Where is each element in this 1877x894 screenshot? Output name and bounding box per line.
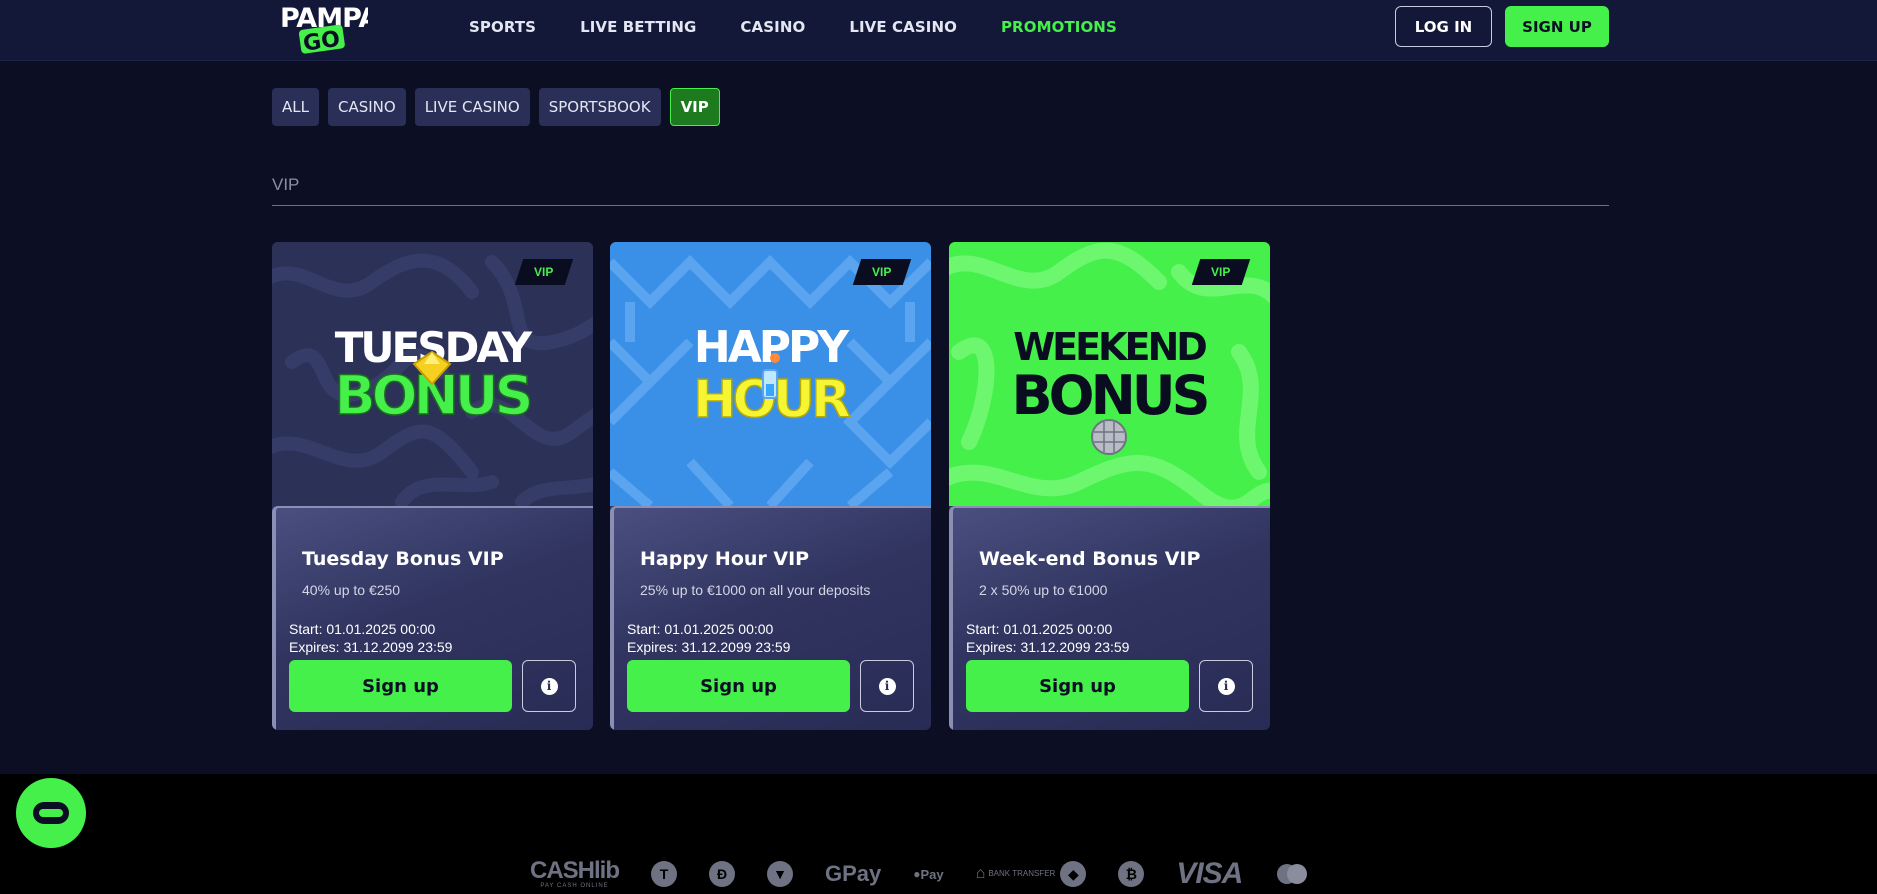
bank-transfer-logo: ⌂ BANK TRANSFER: [975, 865, 1056, 882]
banner-line1: HAPPY: [694, 322, 850, 373]
nav-live-casino[interactable]: LIVE CASINO: [849, 18, 957, 36]
filter-all[interactable]: ALL: [272, 88, 319, 126]
promo-start-date: Start: 01.01.2025 00:00: [627, 621, 774, 637]
promo-signup-button[interactable]: Sign up: [627, 660, 850, 712]
vip-badge: VIP: [1191, 259, 1251, 285]
banner-line1: WEEKEND: [1013, 325, 1206, 369]
mastercard-icon: [1277, 864, 1308, 884]
promo-signup-button[interactable]: Sign up: [966, 660, 1189, 712]
mastercard-logo: [1274, 863, 1310, 885]
promo-banner-tuesday: TUESDAY BONUS VIP: [272, 242, 593, 506]
promo-banner-happy-hour: HAPPY HOUR VIP: [610, 242, 931, 506]
promo-info-button[interactable]: i: [1199, 660, 1253, 712]
disco-ball-icon: [1091, 419, 1127, 455]
login-button[interactable]: LOG IN: [1395, 6, 1492, 47]
banner-line2: BONUS: [1012, 364, 1207, 427]
nav-promotions[interactable]: PROMOTIONS: [1001, 18, 1117, 36]
nav-casino[interactable]: CASINO: [740, 18, 805, 36]
promo-subtitle: 25% up to €1000 on all your deposits: [640, 582, 871, 598]
apple-icon: ●: [913, 867, 921, 881]
promo-card-body: Happy Hour VIP 25% up to €1000 on all yo…: [610, 506, 931, 730]
promo-title: Happy Hour VIP: [640, 548, 810, 570]
bank-icon: ⌂: [975, 865, 986, 882]
info-icon: i: [878, 677, 896, 695]
dogecoin-icon: Ð: [709, 861, 735, 887]
promo-card-body: Week-end Bonus VIP 2 x 50% up to €1000 S…: [949, 506, 1270, 730]
promo-start-date: Start: 01.01.2025 00:00: [966, 621, 1113, 637]
promo-signup-button[interactable]: Sign up: [289, 660, 512, 712]
filter-live-casino[interactable]: LIVE CASINO: [414, 88, 530, 126]
nav-live-betting[interactable]: LIVE BETTING: [580, 18, 696, 36]
promo-subtitle: 40% up to €250: [302, 582, 401, 598]
vip-badge: VIP: [514, 259, 574, 285]
promo-card-weekend-bonus: WEEKEND BONUS VIP Week-end Bonus VIP 2 x…: [949, 242, 1270, 730]
top-navigation-bar: PAMPA GO SPORTS LIVE BETTING CASINO LIVE…: [0, 0, 1877, 61]
filter-casino[interactable]: CASINO: [327, 88, 406, 126]
promo-card-tuesday-bonus: TUESDAY BONUS VIP Tuesday Bonus VIP 40% …: [272, 242, 593, 730]
visa-logo: VISA: [1176, 857, 1243, 890]
section-divider: [272, 205, 1609, 206]
filter-sportsbook[interactable]: SPORTSBOOK: [538, 88, 661, 126]
main-nav: SPORTS LIVE BETTING CASINO LIVE CASINO P…: [469, 0, 1161, 54]
promo-info-button[interactable]: i: [860, 660, 914, 712]
svg-text:GO: GO: [302, 27, 342, 54]
section-title: VIP: [272, 175, 300, 194]
promo-expiry-date: Expires: 31.12.2099 23:59: [289, 639, 453, 655]
info-icon: i: [1217, 677, 1235, 695]
promo-start-date: Start: 01.01.2025 00:00: [289, 621, 436, 637]
promo-expiry-date: Expires: 31.12.2099 23:59: [966, 639, 1130, 655]
info-icon: i: [540, 677, 558, 695]
tron-icon: ▼: [767, 861, 793, 887]
ethereum-icon: ◆: [1060, 861, 1087, 887]
tether-icon: T: [651, 861, 677, 887]
google-pay-logo: GPay: [825, 861, 882, 886]
promo-subtitle: 2 x 50% up to €1000: [979, 582, 1108, 598]
nav-sports[interactable]: SPORTS: [469, 18, 536, 36]
promotion-filter-tabs: ALL CASINO LIVE CASINO SPORTSBOOK VIP: [272, 88, 729, 126]
logo-icon: PAMPA GO: [280, 3, 380, 57]
bitcoin-icon: ₿: [1118, 861, 1145, 887]
pampa-go-logo[interactable]: PAMPA GO: [278, 0, 380, 57]
promo-info-button[interactable]: i: [522, 660, 576, 712]
chat-icon: [33, 802, 69, 824]
header-signup-button[interactable]: SIGN UP: [1505, 6, 1609, 47]
live-chat-button[interactable]: [16, 778, 86, 848]
filter-vip[interactable]: VIP: [669, 88, 720, 126]
promo-title: Tuesday Bonus VIP: [302, 548, 504, 570]
apple-pay-logo: ● Pay: [913, 866, 944, 882]
cashlib-logo: CASHlib PAY CASH ONLINE: [530, 857, 620, 890]
promo-card-happy-hour: HAPPY HOUR VIP Happy Hour VIP 25% up to …: [610, 242, 931, 730]
promo-expiry-date: Expires: 31.12.2099 23:59: [627, 639, 791, 655]
vip-badge: VIP: [852, 259, 912, 285]
promo-banner-weekend: WEEKEND BONUS VIP: [949, 242, 1270, 506]
promo-card-body: Tuesday Bonus VIP 40% up to €250 Start: …: [272, 506, 593, 730]
promo-title: Week-end Bonus VIP: [979, 548, 1201, 570]
payment-methods: CASHlib PAY CASH ONLINE T Ð ▼ GPay ● Pay…: [530, 856, 1342, 892]
